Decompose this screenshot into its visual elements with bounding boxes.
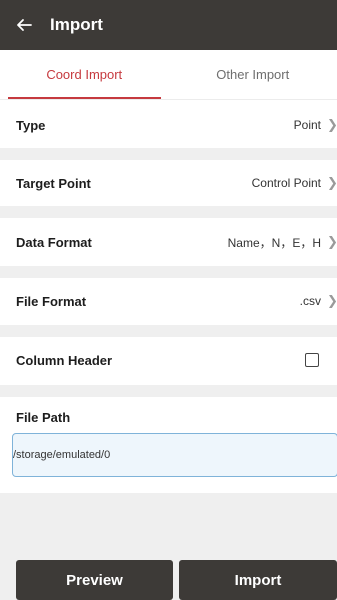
row-label: Data Format [16, 234, 92, 250]
row-label: Type [16, 117, 46, 133]
file-path-value: /storage/emulated/0 [13, 449, 111, 461]
row-value: Control Point ❯ [252, 175, 337, 191]
row-value: Name，N，E，H ❯ [228, 234, 337, 251]
type-row[interactable]: Type Point ❯ [0, 103, 337, 147]
data-format-row[interactable]: Data Format Name，N，E，H ❯ [0, 220, 337, 264]
tab-other-import[interactable]: Other Import [169, 50, 337, 99]
import-button[interactable]: Import [179, 560, 337, 600]
data-format-value: Name，N，E，H [227, 235, 321, 250]
back-button[interactable] [6, 0, 42, 50]
divider [0, 325, 337, 337]
column-header-checkbox[interactable] [305, 353, 319, 367]
back-arrow-icon [17, 19, 32, 31]
file-format-value: .csv [299, 294, 321, 308]
chevron-right-icon: ❯ [327, 175, 337, 190]
file-path-input[interactable]: /storage/emulated/0 [12, 433, 337, 477]
file-format-row[interactable]: File Format .csv ❯ [0, 279, 337, 323]
row-value: Point ❯ [294, 117, 337, 133]
divider [0, 148, 337, 160]
active-tab-indicator [8, 97, 161, 99]
divider [0, 385, 337, 397]
target-point-row[interactable]: Target Point Control Point ❯ [0, 161, 337, 205]
preview-button[interactable]: Preview [16, 560, 173, 600]
chevron-right-icon: ❯ [327, 293, 337, 308]
divider [0, 266, 337, 278]
row-label: File Format [16, 293, 87, 309]
page-title: Import [50, 15, 103, 34]
chevron-right-icon: ❯ [327, 117, 337, 132]
tab-coord-import[interactable]: Coord Import [0, 50, 169, 99]
tab-bar: Coord Import Other Import [0, 50, 337, 100]
app-bar: Import [0, 0, 337, 50]
target-point-value: Control Point [251, 176, 321, 190]
file-path-label: File Path [16, 410, 71, 425]
type-value: Point [293, 118, 321, 132]
row-label: Target Point [16, 175, 91, 191]
column-header-row: Column Header [0, 338, 337, 382]
divider [0, 206, 337, 218]
tab-label: Other Import [216, 67, 290, 82]
row-value: .csv ❯ [300, 293, 337, 309]
chevron-right-icon: ❯ [327, 234, 337, 249]
row-label: Column Header [16, 352, 113, 368]
tab-label: Coord Import [46, 67, 123, 82]
